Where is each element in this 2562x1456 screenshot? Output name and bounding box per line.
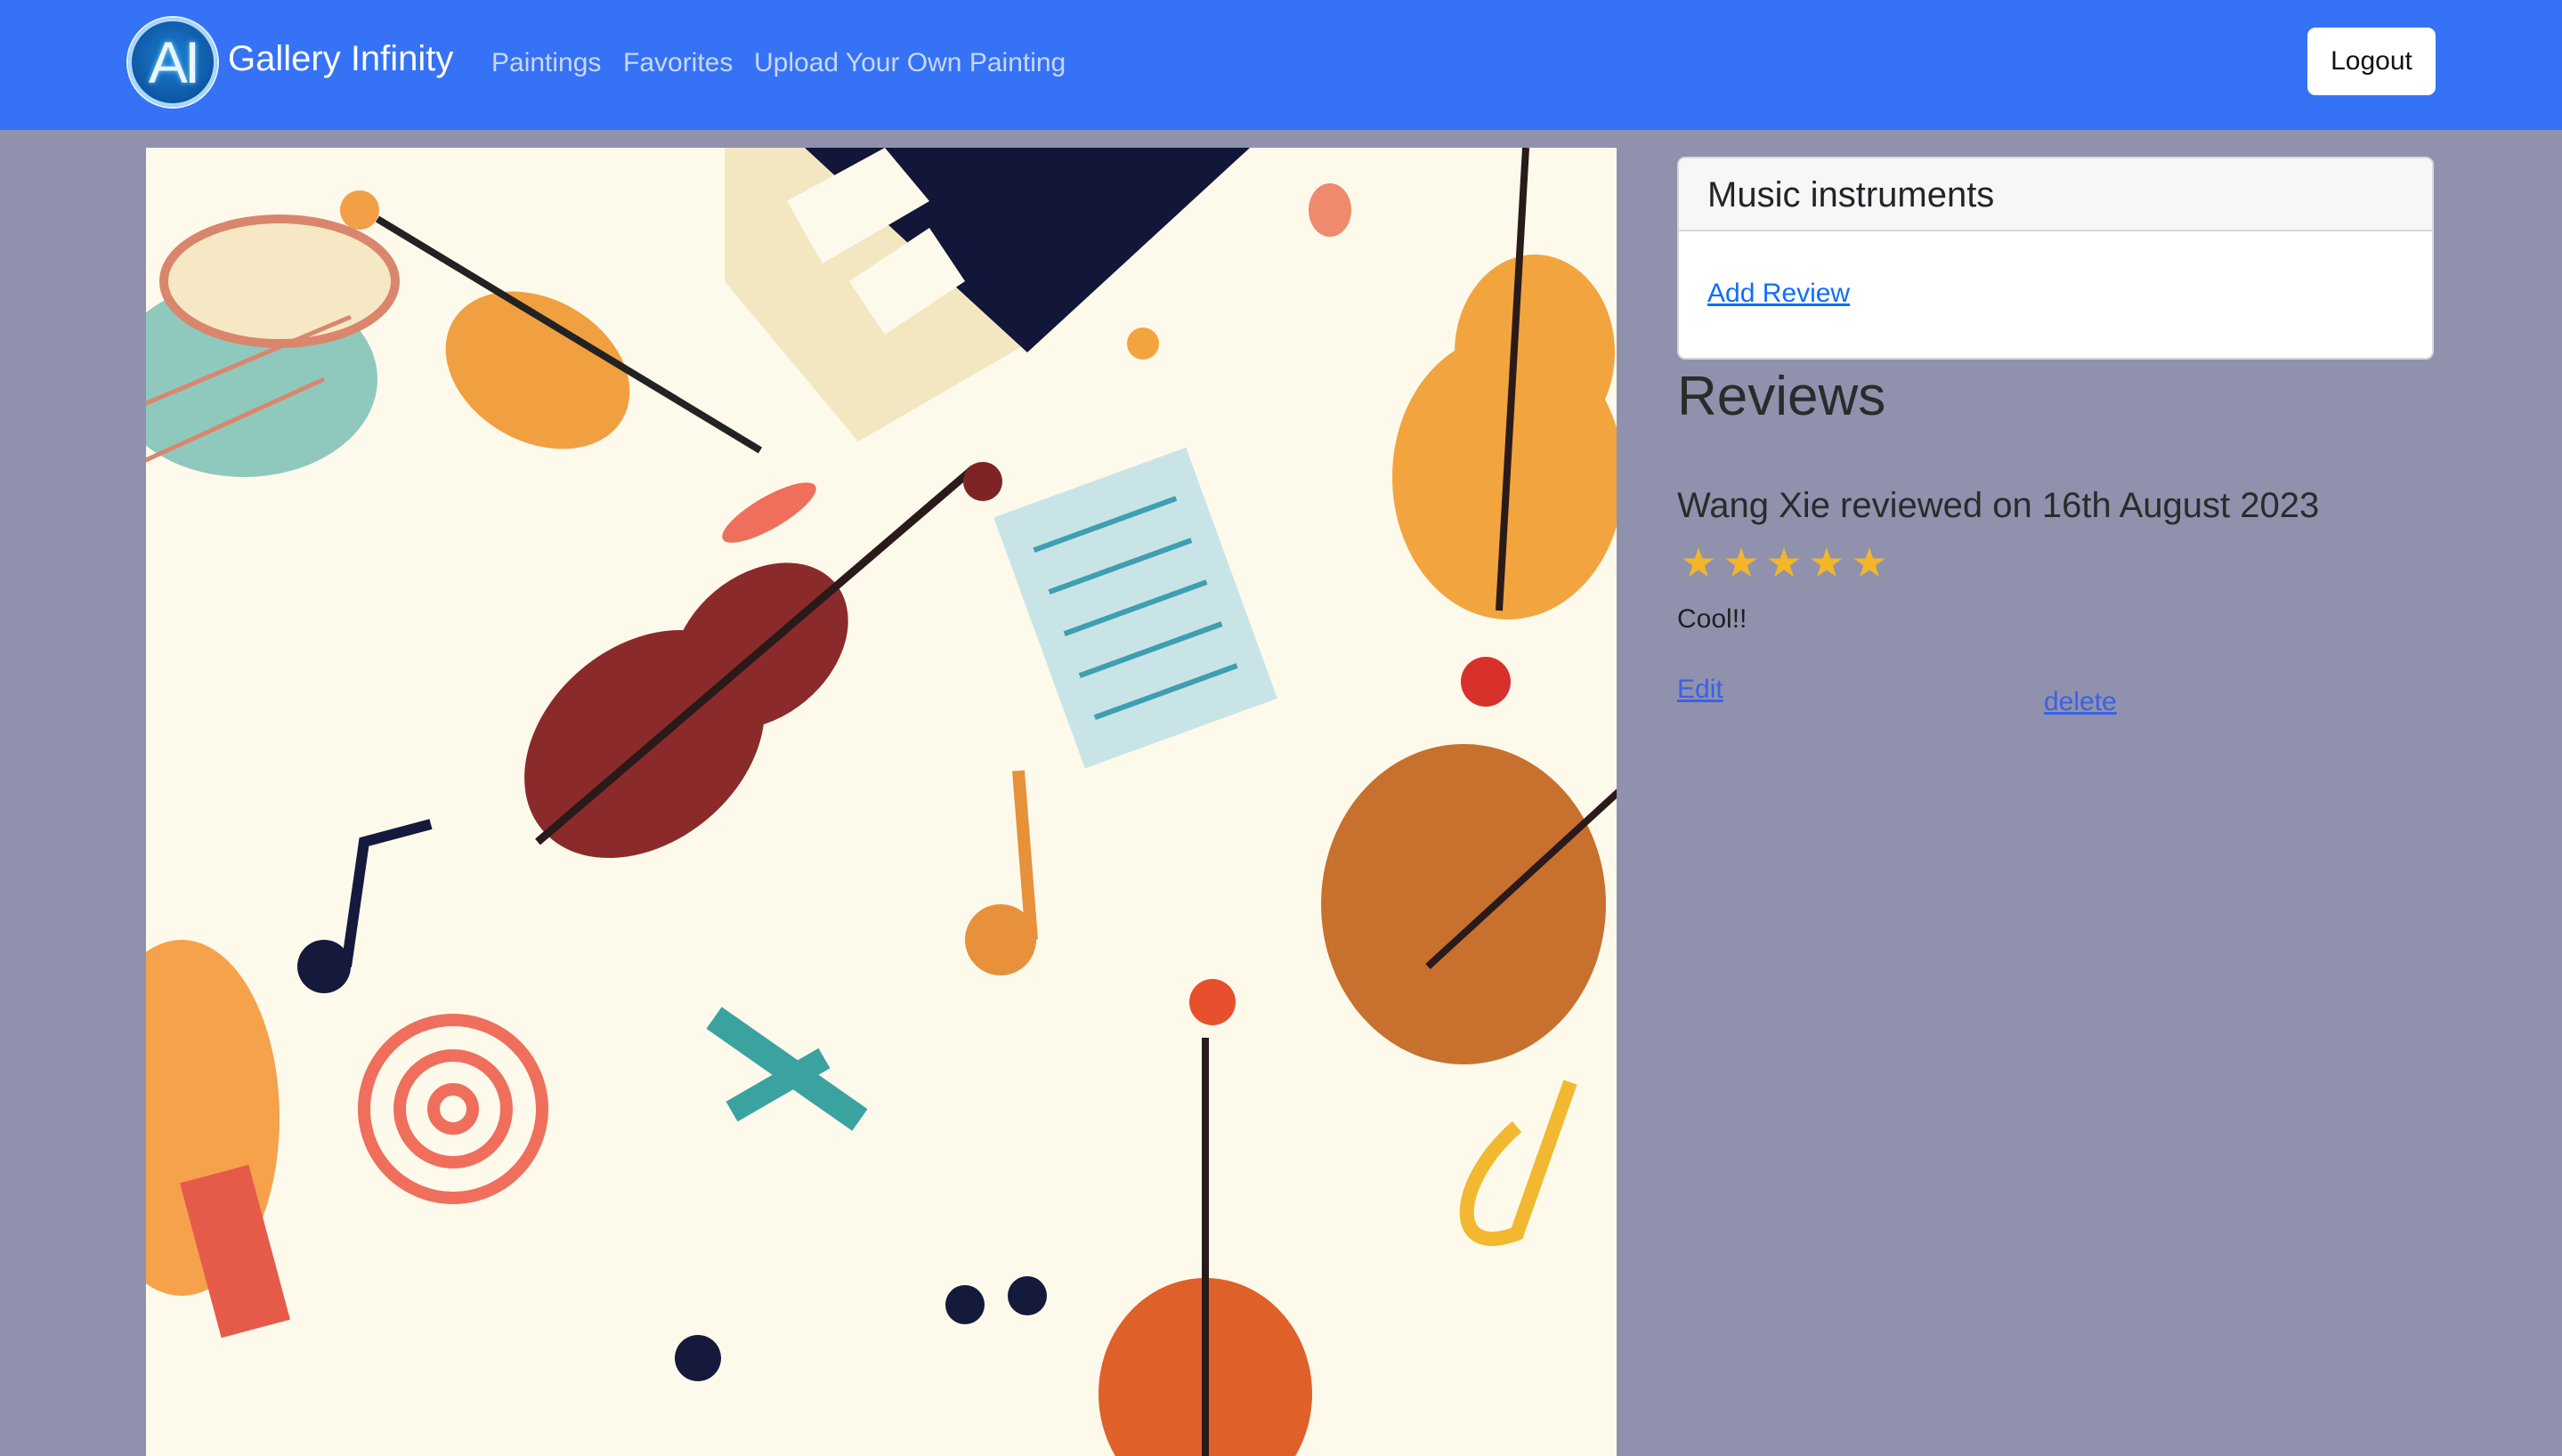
nav-link-favorites[interactable]: Favorites xyxy=(623,46,733,80)
ai-logo-icon[interactable]: AI xyxy=(128,18,217,107)
review-text: Cool!! xyxy=(1677,604,1747,634)
nav-link-upload-painting[interactable]: Upload Your Own Painting xyxy=(754,46,1066,80)
delete-review-link[interactable]: delete xyxy=(2044,685,2117,719)
painting-title: Music instruments xyxy=(1679,158,2432,231)
logout-button[interactable]: Logout xyxy=(2307,28,2436,95)
music-instruments-illustration xyxy=(146,148,1617,1456)
logo-text: AI xyxy=(148,29,200,95)
star-icon: ★ xyxy=(1723,539,1760,586)
nav-link-paintings[interactable]: Paintings xyxy=(491,46,601,80)
review-title: Wang Xie reviewed on 16th August 2023 xyxy=(1677,486,2320,525)
brand-name[interactable]: Gallery Infinity xyxy=(228,36,453,82)
edit-review-link[interactable]: Edit xyxy=(1677,673,1723,707)
star-icon: ★ xyxy=(1680,539,1717,586)
review-rating: ★ ★ ★ ★ ★ xyxy=(1677,541,1891,586)
star-icon: ★ xyxy=(1808,539,1845,586)
star-icon: ★ xyxy=(1765,539,1803,586)
add-review-link[interactable]: Add Review xyxy=(1707,278,1850,310)
top-navbar: AI Gallery Infinity Paintings Favorites … xyxy=(0,0,2562,130)
star-icon: ★ xyxy=(1851,539,1888,586)
card-body: Add Review xyxy=(1679,231,2432,358)
reviews-heading: Reviews xyxy=(1677,366,1886,427)
painting-info-card: Music instruments Add Review xyxy=(1677,157,2434,360)
painting-image xyxy=(146,148,1617,1456)
